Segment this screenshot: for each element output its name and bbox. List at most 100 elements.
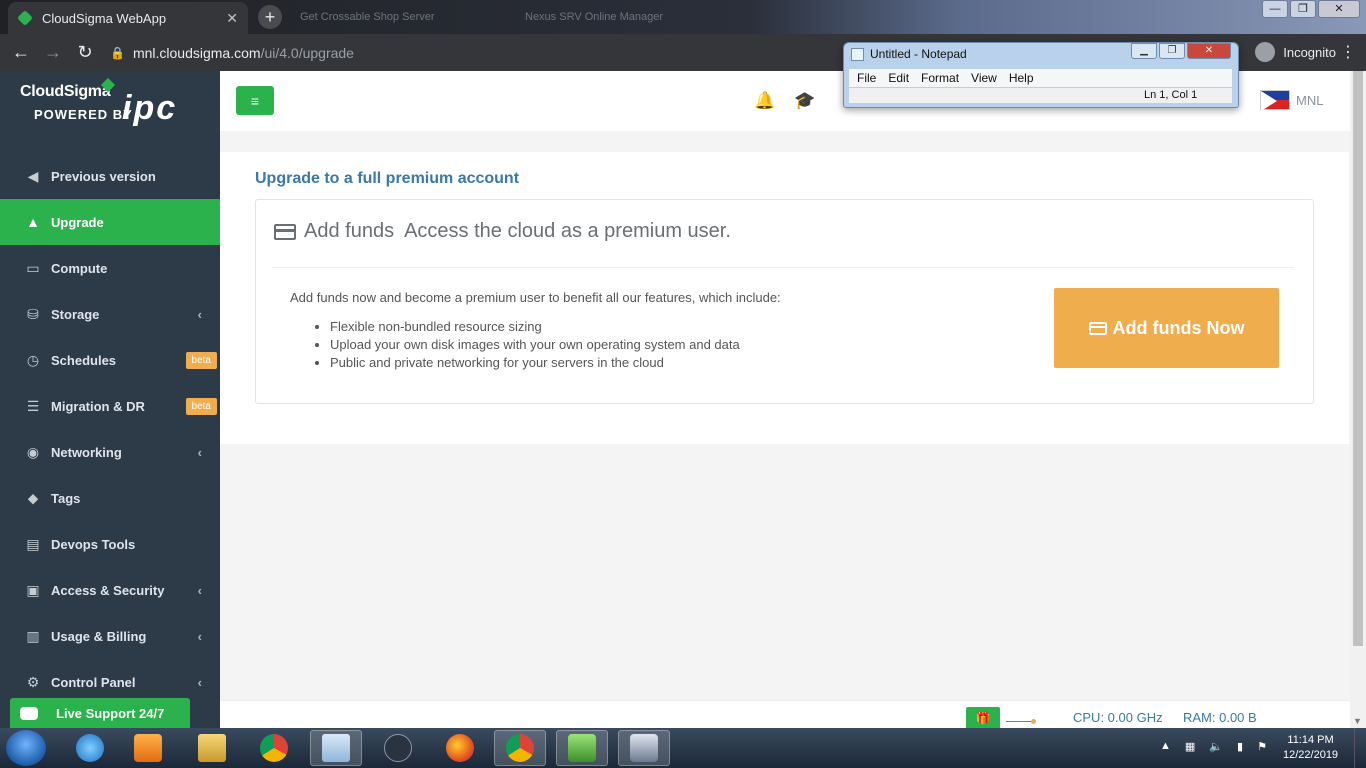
minimize-button[interactable]: —	[1262, 0, 1288, 18]
media-player-taskbar-icon[interactable]	[122, 730, 174, 766]
feature-item: Flexible non-bundled resource sizing	[330, 318, 740, 336]
sidebar-nav: ◀ Previous version ▲ Upgrade ▭ Compute ⛁ Storag…	[0, 153, 220, 705]
sidebar-item-label: Schedules	[51, 352, 117, 368]
reload-icon[interactable]: ↻	[74, 42, 96, 63]
sidebar-item-networking[interactable]: ◉ Networking ‹	[0, 429, 220, 475]
usage-sparkline	[1006, 719, 1036, 724]
philippines-flag-icon[interactable]	[1260, 90, 1290, 111]
sidebar-item-schedules[interactable]: ◷ Schedules beta	[0, 337, 220, 383]
volume-icon[interactable]: 🔈	[1209, 740, 1223, 753]
notepad-taskbar-icon[interactable]	[310, 730, 362, 766]
location-label[interactable]: MNL	[1296, 93, 1323, 108]
show-desktop-button[interactable]	[1354, 728, 1366, 768]
tags-icon: ⬥	[28, 489, 38, 506]
sidebar-item-tags[interactable]: ⬥ Tags	[0, 475, 220, 521]
signal-icon[interactable]: ▮	[1237, 740, 1243, 753]
live-support-button[interactable]: Live Support 24/7	[10, 698, 190, 728]
sidebar-item-storage[interactable]: ⛁ Storage ‹	[0, 291, 220, 337]
brand-name: CloudSigma	[20, 83, 111, 100]
sidebar-item-access-and-security[interactable]: ▣ Access & Security ‹	[0, 567, 220, 613]
sidebar-item-label: Access & Security	[51, 582, 165, 598]
ram-usage: RAM: 0.00 B	[1183, 710, 1257, 725]
notepad-maximize-button[interactable]: ❐	[1159, 43, 1185, 59]
credit-card-icon	[274, 223, 296, 240]
tab-cloudsigma[interactable]: CloudSigma WebApp ✕	[8, 2, 248, 34]
menu-edit[interactable]: Edit	[888, 69, 909, 87]
network-device-icon[interactable]: ▦	[1185, 740, 1195, 753]
gift-icon[interactable]: 🎁	[966, 707, 1000, 729]
chat-bubble-icon	[20, 706, 38, 720]
chrome-taskbar-icon[interactable]	[248, 730, 300, 766]
notepad-window[interactable]: Untitled - Notepad ▁ ❐ ✕ File Edit Forma…	[843, 42, 1239, 108]
show-hidden-icons-icon[interactable]: ▲	[1160, 740, 1171, 753]
sidebar-item-previous-version[interactable]: ◀ Previous version	[0, 153, 220, 199]
sidebar-item-label: Storage	[51, 306, 100, 322]
url-host: mnl.cloudsigma.com	[132, 44, 261, 61]
ipc-logo: ipc	[122, 89, 178, 127]
action-center-flag-icon[interactable]: ⚑	[1257, 740, 1267, 753]
arrow-circle-left-icon: ◀	[27, 167, 39, 184]
browser-menu-icon[interactable]: ⋮	[1340, 42, 1356, 62]
start-button[interactable]	[6, 730, 46, 766]
chevron-up-icon: ▲	[26, 214, 40, 230]
robot-app-taskbar-icon[interactable]	[618, 730, 670, 766]
notepad-minimize-button[interactable]: ▁	[1131, 43, 1157, 59]
chevron-left-icon: ‹	[197, 582, 202, 598]
internet-explorer-taskbar-icon[interactable]	[64, 730, 116, 766]
tab-close-icon[interactable]: ✕	[226, 10, 238, 27]
notepad-close-button[interactable]: ✕	[1187, 43, 1231, 59]
scroll-down-arrow-icon[interactable]: ▼	[1353, 716, 1362, 726]
bell-icon[interactable]: 🔔	[754, 91, 775, 111]
forward-arrow-icon[interactable]: →	[42, 42, 64, 63]
heading-title: Add funds	[304, 220, 395, 242]
menu-file[interactable]: File	[857, 69, 876, 87]
menu-toggle-button[interactable]: ≡	[236, 86, 274, 115]
globe-icon: ◉	[26, 443, 40, 460]
menu-help[interactable]: Help	[1009, 69, 1034, 87]
sidebar-item-label: Previous version	[51, 168, 156, 184]
menu-view[interactable]: View	[971, 69, 997, 87]
chrome-incognito-taskbar-icon[interactable]	[494, 730, 546, 766]
sidebar-item-label: Usage & Billing	[51, 628, 147, 644]
monitor-icon: ▭	[26, 259, 40, 276]
cloudsigma-logo[interactable]: CloudSigma POWERED BY ipc	[0, 71, 220, 153]
new-tab-button[interactable]: +	[258, 5, 282, 29]
page-scrollbar[interactable]: ▼	[1350, 71, 1366, 728]
clock-icon: ◷	[26, 351, 40, 368]
maximize-button[interactable]: ❐	[1290, 0, 1316, 18]
sidebar-item-upgrade[interactable]: ▲ Upgrade	[0, 199, 220, 245]
notepad-status: Ln 1, Col 1	[1144, 89, 1198, 101]
graduation-cap-icon[interactable]: 🎓	[794, 91, 815, 111]
windows-taskbar: ▲ ▦ 🔈 ▮ ⚑ 11:14 PM 12/22/2019	[0, 728, 1366, 768]
chevron-left-icon: ‹	[197, 306, 202, 322]
intro-text: Add funds now and become a premium user …	[290, 290, 781, 305]
nox-taskbar-icon[interactable]	[372, 730, 424, 766]
sidebar-item-label: Networking	[51, 444, 122, 460]
close-window-button[interactable]: ✕	[1318, 0, 1360, 18]
menu-format[interactable]: Format	[921, 69, 959, 87]
url-path: /ui/4.0/upgrade	[260, 44, 354, 61]
server-icon: ☰	[26, 397, 40, 414]
chevron-left-icon: ‹	[197, 674, 202, 690]
sidebar-item-devops-tools[interactable]: ▤ Devops Tools	[0, 521, 220, 567]
taskbar-clock[interactable]: 11:14 PM 12/22/2019	[1283, 733, 1338, 763]
firefox-taskbar-icon[interactable]	[434, 730, 486, 766]
sidebar-item-migration-and-dr[interactable]: ☰ Migration & DR beta	[0, 383, 220, 429]
feature-list: Flexible non-bundled resource sizingUplo…	[330, 318, 740, 372]
sidebar-item-compute[interactable]: ▭ Compute	[0, 245, 220, 291]
background-tab-2[interactable]: Nexus SRV Online Manager	[525, 8, 663, 26]
sidebar-item-usage-and-billing[interactable]: ▥ Usage & Billing ‹	[0, 613, 220, 659]
back-arrow-icon[interactable]: ←	[10, 42, 32, 63]
system-tray: ▲ ▦ 🔈 ▮ ⚑	[1160, 740, 1267, 753]
incognito-indicator[interactable]: Incognito	[1255, 42, 1336, 62]
sidebar: CloudSigma POWERED BY ipc ◀ Previous vers…	[0, 71, 220, 728]
sidebar-item-label: Upgrade	[51, 214, 104, 230]
add-funds-now-button[interactable]: Add funds Now	[1054, 288, 1279, 368]
sidebar-item-label: Tags	[51, 490, 81, 506]
clock-time: 11:14 PM	[1287, 734, 1334, 746]
sidebar-item-label: Migration & DR	[51, 398, 145, 414]
background-tab-1[interactable]: Get Crossable Shop Server	[300, 8, 435, 26]
scrollbar-thumb[interactable]	[1353, 71, 1363, 646]
green-app-taskbar-icon[interactable]	[556, 730, 608, 766]
file-explorer-taskbar-icon[interactable]	[186, 730, 238, 766]
